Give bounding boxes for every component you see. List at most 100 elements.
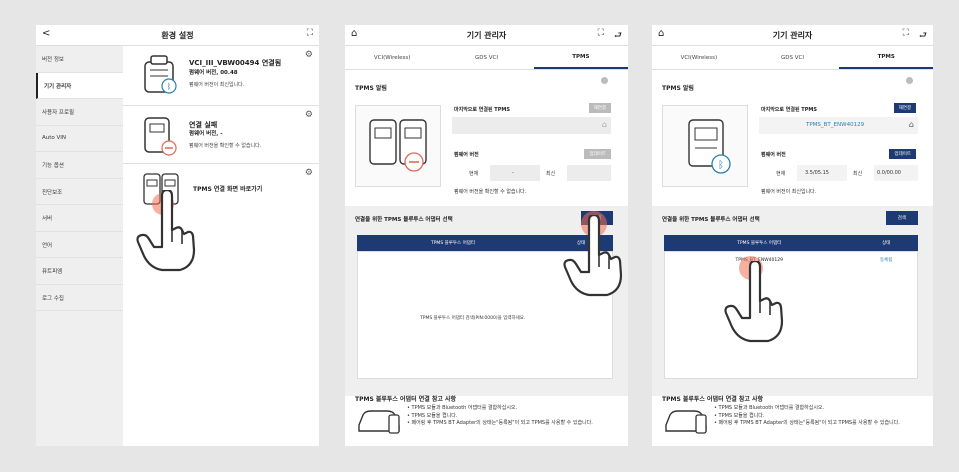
car-phone-icon: [358, 410, 400, 434]
device-manager-topbar: ⌂ 기기 관리자 ⛶ ⮐: [345, 25, 628, 46]
tpms-device-image: ᛒ: [662, 105, 748, 187]
table-row[interactable]: TPMS_BT_ENW40129 등록됨: [664, 253, 918, 267]
vci-failed-fw: 펌웨어 버전, -: [189, 131, 223, 137]
col-adapter: TPMS 블루투스 어댑터: [430, 241, 476, 246]
notes-title: TPMS 블루투스 어댑터 연결 참고 사항: [662, 396, 763, 403]
reconnect-button[interactable]: 재연결: [893, 103, 916, 113]
sidebar-item-language[interactable]: 언어: [36, 232, 123, 258]
adapter-table-header: TPMS 블루투스 어댑터 상태: [664, 235, 918, 251]
sidebar-item-diag[interactable]: 진단보조: [36, 179, 123, 205]
current-version: 3.5/05.15: [805, 170, 829, 176]
gear-icon[interactable]: ⚙: [305, 168, 313, 178]
note-item: • TPMS 모듈과 Bluetooth 어댑터를 결합하십시오.: [407, 405, 518, 411]
tab-vci-wireless[interactable]: VCI(Wireless): [652, 46, 746, 69]
building-icon: ⌂: [908, 120, 914, 129]
section-title: TPMS 알림: [355, 85, 387, 92]
sidebar-item-options[interactable]: 기능 옵션: [36, 152, 123, 179]
exit-icon[interactable]: ⮐: [919, 28, 927, 44]
expand-icon[interactable]: ⛶: [307, 28, 313, 38]
latest-version: 0.0/00.00: [877, 170, 901, 176]
vci-failed-row[interactable]: 연결 실패 펌웨어 버전, - 펌웨어 버전을 확인할 수 없습니다. ⚙: [123, 106, 319, 164]
last-tpms-value: TPMS_BT_ENW40129: [806, 122, 865, 128]
note-item: • TPMS 모듈을 켭니다.: [714, 412, 765, 419]
notes-list: • TPMS 모듈과 Bluetooth 어댑터를 결합하십시오. • TPMS…: [407, 405, 612, 428]
pointing-hand-icon: [563, 215, 623, 297]
sidebar-item-auto-vin[interactable]: Auto VIN: [36, 126, 123, 152]
last-tpms-label: 마지막으로 연결된 TPMS: [454, 107, 510, 113]
back-button[interactable]: <: [42, 28, 50, 39]
tab-gds-vci[interactable]: GDS VCI: [746, 46, 840, 69]
page-title: 환경 설정: [161, 30, 194, 40]
update-button[interactable]: 업데이트: [889, 149, 916, 159]
col-adapter: TPMS 블루투스 어댑터: [737, 241, 782, 246]
gear-icon[interactable]: ⚙: [305, 50, 313, 60]
tab-bar: VCI(Wireless) GDS VCI TPMS: [652, 46, 933, 70]
tpms-shortcut-label[interactable]: TPMS 연결 화면 바로가기: [193, 184, 262, 193]
home-icon[interactable]: ⌂: [351, 28, 357, 39]
sidebar-item-log[interactable]: 로그 수집: [36, 285, 123, 311]
settings-topbar: < 환경 설정 ⛶: [36, 25, 319, 46]
note-item: • 페어링 후 TPMS BT Adapter의 상태는"등록됨"이 되고 TP…: [714, 420, 900, 426]
tab-tpms[interactable]: TPMS: [839, 46, 933, 69]
firmware-label: 펌웨어 버전: [761, 152, 786, 158]
note-item: • TPMS 모듈과 Bluetooth 어댑터를 결합하십시오.: [714, 405, 825, 411]
toggle-switch[interactable]: [601, 77, 608, 84]
vci-connected-fw: 펌웨어 버전, 00.48: [189, 70, 238, 76]
latest-version-field: [567, 165, 611, 181]
current-version: -: [512, 170, 514, 176]
notes-title: TPMS 블루투스 어댑터 연결 참고 사항: [355, 396, 456, 403]
settings-panel: < 환경 설정 ⛶ 버전 정보 기기 관리자 사용자 프로필 Auto VIN …: [36, 25, 319, 446]
tab-tpms[interactable]: TPMS: [533, 46, 628, 69]
firmware-message: 펌웨어 버전이 최신입니다.: [761, 189, 817, 195]
sidebar-item-device-manager[interactable]: 기기 관리자: [36, 72, 123, 99]
notes-list: • TPMS 모듈과 Bluetooth 어댑터를 결합하십시오. • TPMS…: [714, 405, 919, 428]
building-icon: ⌂: [601, 120, 607, 129]
tab-vci-wireless[interactable]: VCI(Wireless): [345, 46, 439, 69]
tab-bar: VCI(Wireless) GDS VCI TPMS: [345, 46, 628, 70]
pointing-hand-icon: [724, 261, 784, 343]
empty-message: TPMS 블루투스 어댑터 검색(PIN:0000)을 입력하세요.: [420, 316, 526, 321]
adapter-section-title: 연결을 위한 TPMS 블루투스 어댑터 선택: [662, 217, 760, 223]
update-button[interactable]: 업데이트: [584, 149, 611, 159]
last-tpms-label: 마지막으로 연결된 TPMS: [761, 107, 817, 113]
sidebar-item-version[interactable]: 버전 정보: [36, 46, 123, 73]
svg-text:ᛒ: ᛒ: [167, 82, 172, 91]
last-tpms-field: ⌂: [452, 117, 611, 134]
adapter-status: 등록됨: [880, 258, 893, 263]
adapter-section-title: 연결을 위한 TPMS 블루투스 어댑터 선택: [355, 217, 453, 223]
device-manager-panel-registered: ⌂ 기기 관리자 ⛶ ⮐ VCI(Wireless) GDS VCI TPMS T…: [652, 25, 933, 446]
gear-icon[interactable]: ⚙: [305, 110, 313, 120]
latest-label: 최신: [546, 171, 556, 177]
note-item: • TPMS 모듈을 켭니다.: [407, 412, 458, 419]
firmware-label: 펌웨어 버전: [454, 152, 479, 158]
sidebar-item-server[interactable]: 서버: [36, 205, 123, 232]
car-phone-icon: [665, 410, 707, 434]
search-button[interactable]: 검색: [885, 211, 918, 225]
firmware-message: 펌웨어 버전을 확인할 수 없습니다.: [454, 189, 527, 195]
sidebar-item-tpms[interactable]: 퓨트피엠: [36, 258, 123, 285]
current-label: 현재: [469, 171, 479, 177]
expand-icon[interactable]: ⛶: [903, 28, 909, 44]
sidebar: 버전 정보 기기 관리자 사용자 프로필 Auto VIN 기능 옵션 진단보조…: [36, 46, 123, 446]
vci-connected-row[interactable]: ᛒ VCI_III_VBW00494 연결됨 펌웨어 버전, 00.48 펌웨어…: [123, 46, 319, 106]
note-item: • 페어링 후 TPMS BT Adapter의 상태는"등록됨"이 되고 TP…: [407, 420, 593, 426]
latest-label: 최신: [853, 171, 863, 177]
sidebar-item-profile[interactable]: 사용자 프로필: [36, 99, 123, 126]
reconnect-button[interactable]: 재연결: [588, 103, 611, 113]
adapter-table-body: [664, 251, 918, 379]
exit-icon[interactable]: ⮐: [614, 28, 622, 44]
home-icon[interactable]: ⌂: [658, 28, 664, 39]
expand-icon[interactable]: ⛶: [598, 28, 604, 44]
toggle-switch[interactable]: [906, 77, 913, 84]
tpms-device-icon: ᛒ: [688, 119, 731, 174]
pointing-hand-icon: [136, 190, 196, 272]
vci-failed-msg: 펌웨어 버전을 확인할 수 없습니다.: [189, 143, 262, 149]
current-label: 현재: [776, 171, 786, 177]
tpms-device-icon: [369, 119, 427, 172]
device-manager-panel-empty: ⌂ 기기 관리자 ⛶ ⮐ VCI(Wireless) GDS VCI TPMS T…: [345, 25, 628, 446]
section-title: TPMS 알림: [662, 85, 694, 92]
current-version-field: [490, 165, 540, 181]
col-status: 상태: [882, 241, 891, 246]
tab-gds-vci[interactable]: GDS VCI: [439, 46, 533, 69]
vci-connected-msg: 펌웨어 버전이 최신입니다.: [189, 82, 245, 88]
